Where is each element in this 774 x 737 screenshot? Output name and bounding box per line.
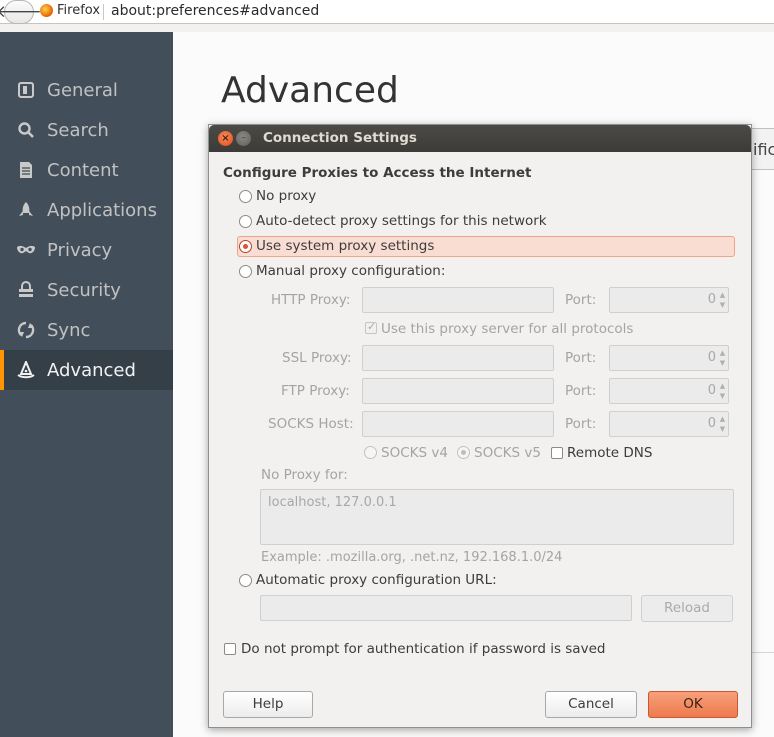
sidebar-item-label: Applications bbox=[47, 199, 157, 221]
manual-proxy-label[interactable]: Manual proxy configuration: bbox=[256, 263, 445, 279]
help-button[interactable]: Help bbox=[223, 691, 313, 718]
manual-proxy-radio[interactable] bbox=[239, 265, 252, 278]
http-port-value: 0 bbox=[707, 292, 716, 307]
sidebar-item-sync[interactable]: Sync bbox=[0, 310, 173, 350]
spinner-icon[interactable]: ▲ ▼ bbox=[718, 290, 727, 310]
no-proxy-label[interactable]: No proxy bbox=[256, 188, 316, 204]
sidebar-item-general[interactable]: General bbox=[0, 70, 173, 110]
http-proxy-label: HTTP Proxy: bbox=[271, 292, 351, 308]
preferences-sidebar: General Search Content Applications Priv… bbox=[0, 32, 173, 737]
http-proxy-input[interactable] bbox=[362, 287, 554, 313]
rocket-icon bbox=[15, 201, 37, 219]
ftp-port-input[interactable]: 0 ▲ ▼ bbox=[609, 378, 729, 404]
spinner-icon[interactable]: ▲ ▼ bbox=[718, 381, 727, 401]
no-proxy-radio[interactable] bbox=[239, 190, 252, 203]
use-system-proxy-label[interactable]: Use system proxy settings bbox=[256, 238, 434, 254]
no-auth-prompt-label[interactable]: Do not prompt for authentication if pass… bbox=[241, 641, 605, 657]
sidebar-item-advanced[interactable]: Advanced bbox=[0, 350, 173, 390]
tab-partial-label: ific bbox=[753, 140, 774, 159]
ftp-port-value: 0 bbox=[707, 383, 716, 398]
ssl-port-label: Port: bbox=[565, 350, 597, 366]
no-proxy-for-value: localhost, 127.0.0.1 bbox=[268, 495, 397, 510]
http-port-label: Port: bbox=[565, 292, 597, 308]
back-arrow-icon: 🡐 bbox=[0, 2, 42, 22]
sidebar-item-search[interactable]: Search bbox=[0, 110, 173, 150]
lock-icon bbox=[15, 281, 37, 299]
sidebar-item-label: Search bbox=[47, 119, 109, 141]
sidebar-item-label: Sync bbox=[47, 319, 91, 341]
sidebar-item-security[interactable]: Security bbox=[0, 270, 173, 310]
sidebar-item-privacy[interactable]: Privacy bbox=[0, 230, 173, 270]
ssl-port-input[interactable]: 0 ▲ ▼ bbox=[609, 345, 729, 371]
sidebar-item-label: Content bbox=[47, 159, 119, 181]
spinner-icon[interactable]: ▲ ▼ bbox=[718, 348, 727, 368]
socks-v5-label: SOCKS v5 bbox=[474, 445, 541, 461]
use-system-proxy-radio[interactable] bbox=[239, 240, 252, 253]
ftp-port-label: Port: bbox=[565, 383, 597, 399]
remote-dns-label[interactable]: Remote DNS bbox=[567, 445, 652, 461]
proxy-heading: Configure Proxies to Access the Internet bbox=[223, 165, 532, 181]
close-icon: × bbox=[221, 133, 230, 144]
remote-dns-checkbox[interactable] bbox=[551, 447, 563, 459]
url-input[interactable]: about:preferences#advanced bbox=[111, 3, 319, 19]
page-title: Advanced bbox=[221, 70, 399, 111]
sidebar-item-label: Advanced bbox=[47, 359, 136, 381]
auto-url-input[interactable] bbox=[260, 595, 632, 621]
socks-v4-radio[interactable] bbox=[364, 446, 377, 459]
socks-port-value: 0 bbox=[707, 416, 716, 431]
back-button[interactable]: 🡐 bbox=[0, 0, 42, 24]
sidebar-item-label: Security bbox=[47, 279, 121, 301]
no-proxy-example: Example: .mozilla.org, .net.nz, 192.168.… bbox=[261, 550, 563, 565]
share-proxy-checkbox[interactable] bbox=[365, 320, 377, 334]
reload-button[interactable]: Reload bbox=[641, 595, 733, 622]
sidebar-item-label: Privacy bbox=[47, 239, 113, 261]
site-identity-label: Firefox bbox=[57, 3, 101, 18]
document-icon bbox=[15, 161, 37, 179]
site-identity[interactable]: Firefox bbox=[40, 3, 100, 18]
ssl-proxy-label: SSL Proxy: bbox=[282, 350, 352, 366]
ssl-port-value: 0 bbox=[707, 350, 716, 365]
connection-settings-dialog: × – Connection Settings Configure Proxie… bbox=[208, 124, 752, 728]
wizard-hat-icon bbox=[15, 361, 37, 379]
ftp-proxy-input[interactable] bbox=[362, 378, 554, 404]
window-close-button[interactable]: × bbox=[218, 131, 233, 146]
general-icon bbox=[15, 81, 37, 99]
socks-host-input[interactable] bbox=[362, 411, 554, 437]
auto-detect-radio[interactable] bbox=[239, 215, 252, 228]
url-bar: 🡐 Firefox about:preferences#advanced bbox=[0, 0, 774, 24]
firefox-icon bbox=[40, 4, 53, 17]
dialog-title: Connection Settings bbox=[263, 130, 417, 146]
window-minimize-button[interactable]: – bbox=[236, 131, 251, 146]
socks-port-label: Port: bbox=[565, 416, 597, 432]
auto-detect-label[interactable]: Auto-detect proxy settings for this netw… bbox=[256, 213, 547, 229]
no-auth-prompt-checkbox[interactable] bbox=[224, 643, 236, 655]
spinner-icon[interactable]: ▲ ▼ bbox=[718, 414, 727, 434]
auto-url-label[interactable]: Automatic proxy configuration URL: bbox=[256, 572, 497, 588]
share-proxy-label: Use this proxy server for all protocols bbox=[381, 321, 634, 337]
search-icon bbox=[15, 121, 37, 139]
sidebar-item-label: General bbox=[47, 79, 118, 101]
socks-port-input[interactable]: 0 ▲ ▼ bbox=[609, 411, 729, 437]
ftp-proxy-label: FTP Proxy: bbox=[281, 383, 350, 399]
sidebar-item-content[interactable]: Content bbox=[0, 150, 173, 190]
sidebar-item-applications[interactable]: Applications bbox=[0, 190, 173, 230]
minimize-icon: – bbox=[241, 133, 246, 143]
socks-v4-label: SOCKS v4 bbox=[381, 445, 448, 461]
cancel-button[interactable]: Cancel bbox=[545, 691, 637, 718]
ssl-proxy-input[interactable] bbox=[362, 345, 554, 371]
socks-host-label: SOCKS Host: bbox=[268, 416, 354, 432]
no-proxy-for-input[interactable]: localhost, 127.0.0.1 bbox=[260, 489, 734, 545]
url-separator bbox=[103, 4, 104, 20]
http-port-input[interactable]: 0 ▲ ▼ bbox=[609, 287, 729, 313]
ok-button[interactable]: OK bbox=[648, 691, 738, 718]
no-proxy-for-label: No Proxy for: bbox=[261, 467, 348, 483]
mask-icon bbox=[15, 243, 37, 257]
dialog-titlebar: × – Connection Settings bbox=[209, 125, 751, 152]
auto-url-radio[interactable] bbox=[239, 574, 252, 587]
sync-icon bbox=[15, 321, 37, 339]
socks-v5-radio[interactable] bbox=[457, 446, 470, 459]
